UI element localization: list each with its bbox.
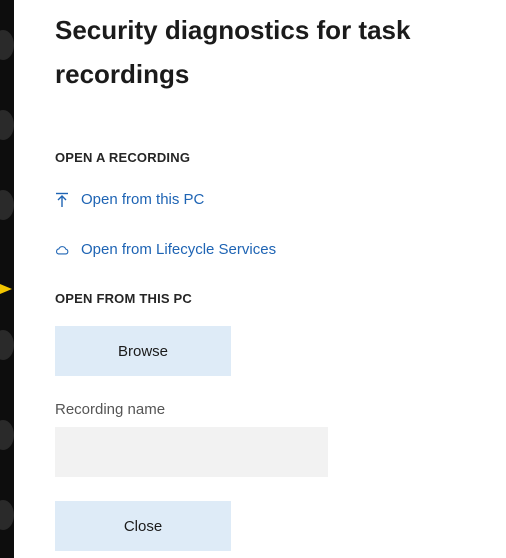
page-title: Security diagnostics for task recordings (55, 15, 411, 89)
open-from-lcs-link[interactable]: Open from Lifecycle Services (55, 241, 276, 258)
upload-icon (55, 192, 69, 208)
cloud-icon (55, 242, 69, 258)
pointer-arrow-icon (0, 284, 12, 294)
open-from-lcs-label: Open from Lifecycle Services (81, 241, 277, 258)
open-from-pc-label: Open from this PC (81, 191, 205, 208)
browse-button[interactable]: Browse (55, 326, 231, 376)
background-strip (0, 0, 14, 558)
open-from-pc-section-label: OPEN FROM THIS PC (55, 291, 193, 306)
diagnostics-panel: Security diagnostics for task recordings… (14, 0, 506, 558)
recording-name-field[interactable] (55, 427, 328, 477)
open-recording-section-label: OPEN A RECORDING (55, 150, 191, 165)
recording-name-label: Recording name (55, 401, 166, 418)
close-button[interactable]: Close (55, 501, 231, 551)
screen: Security diagnostics for task recordings… (0, 0, 506, 558)
open-from-pc-link[interactable]: Open from this PC (55, 191, 204, 208)
